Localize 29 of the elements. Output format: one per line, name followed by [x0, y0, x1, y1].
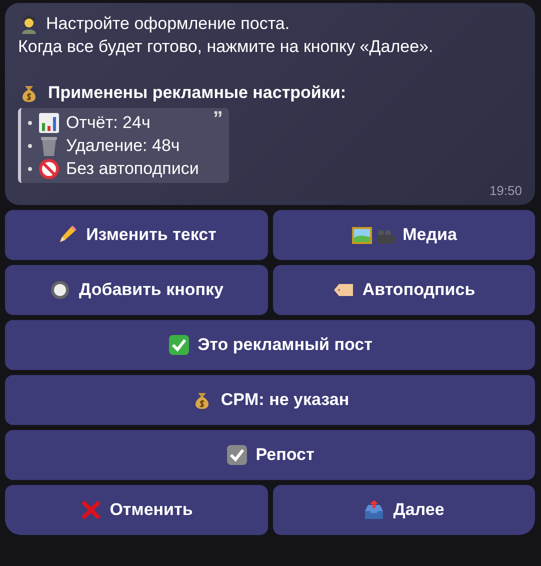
keyboard-button[interactable]: Медиа	[272, 210, 535, 260]
outbox-tray-icon	[363, 499, 386, 521]
message-text: Когда все будет готово, нажмите на кнопку «Далее».	[18, 36, 434, 58]
message-heading: Применены рекламные настройки:	[48, 82, 346, 104]
keyboard-button[interactable]: CPM: не указан	[5, 375, 535, 425]
keyboard-button[interactable]: Добавить кнопку	[5, 265, 268, 315]
bullet-icon	[28, 144, 32, 148]
keyboard-button[interactable]: Отменить	[5, 485, 268, 535]
quote-item: Без автоподписи	[66, 158, 199, 180]
message-time: 19:50	[489, 183, 522, 199]
prohibited-icon	[38, 158, 60, 180]
cross-icon	[80, 499, 102, 521]
trash-bin-icon	[38, 134, 60, 156]
keyboard-button[interactable]: Изменить текст	[5, 210, 268, 260]
check-mark-icon	[168, 334, 190, 356]
quote-item: Удаление: 48ч	[66, 135, 180, 157]
quote-item: Отчёт: 24ч	[66, 112, 150, 134]
bullet-icon	[28, 166, 32, 170]
message-text: Настройте оформление поста.	[46, 13, 290, 35]
keyboard-button[interactable]: Это рекламный пост	[5, 320, 535, 370]
keyboard-button[interactable]: Далее	[272, 485, 535, 535]
bar-chart-icon	[38, 112, 60, 134]
bullet-icon	[28, 120, 32, 124]
check-box-icon	[226, 444, 248, 466]
quote-mark: ”	[212, 108, 223, 131]
keyboard-button[interactable]: Репост	[5, 430, 535, 480]
keyboard-button[interactable]: Автоподпись	[272, 265, 535, 315]
picture-camera-icon	[350, 224, 395, 246]
radio-button-icon	[49, 279, 72, 301]
